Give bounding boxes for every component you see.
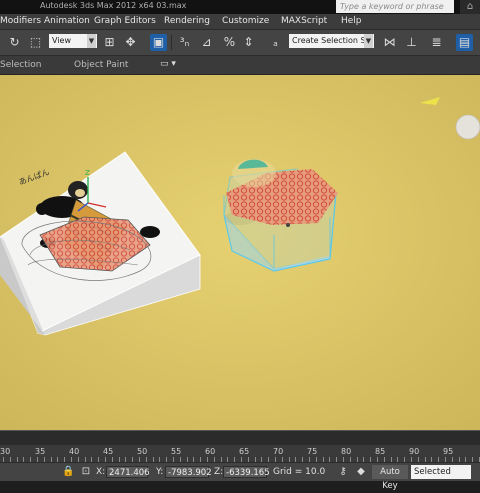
menu-maxscript[interactable]: MAXScript (281, 14, 327, 29)
set-key-icon[interactable]: ◆ (355, 465, 367, 479)
selection-set-value: Create Selection Se (292, 36, 371, 45)
absolute-mode-icon[interactable]: ⊡ (80, 465, 92, 479)
timeline-tick-label: 65 (239, 447, 250, 456)
timeline-ruler[interactable]: 30 35 40 45 50 55 60 65 70 75 80 85 90 9… (0, 445, 480, 463)
menu-modifiers[interactable]: Modifiers (0, 14, 41, 29)
selection-set-dropdown[interactable]: Create Selection Se ▼ (289, 34, 374, 48)
ribbon-tabs: Selection Object Paint ▭ ▾ (0, 56, 480, 75)
menu-animation[interactable]: Animation (44, 14, 90, 29)
x-label: X: (96, 467, 106, 477)
scale-icon[interactable]: ▣ (150, 34, 167, 51)
render-icon[interactable]: ▤ (456, 34, 473, 51)
timeline-tick-label: 85 (375, 447, 386, 456)
timeline-tick-label: 30 (0, 447, 11, 456)
timeline-tick-label: 45 (103, 447, 114, 456)
auto-key-button[interactable]: Auto Key (372, 465, 408, 491)
chevron-down-icon: ▼ (364, 34, 373, 48)
viewport-scene: あんぱん Z (0, 75, 480, 430)
timeline-tick-label: 90 (409, 447, 420, 456)
menu-customize[interactable]: Customize (222, 14, 269, 29)
z-label: Z: (214, 467, 224, 477)
select-icon[interactable]: ⬚ (27, 34, 44, 51)
pivot-icon[interactable]: ⊞ (101, 34, 118, 51)
layer-manager-icon[interactable]: ≣ (428, 34, 445, 51)
timeline-tick-label: 35 (35, 447, 46, 456)
move-icon[interactable]: ✥ (122, 34, 139, 51)
timeline-tick-label: 75 (307, 447, 318, 456)
timeline-tick-label: 40 (69, 447, 80, 456)
angle-snap-icon[interactable]: ⊿ (198, 34, 215, 51)
y-coord-field[interactable]: -7983.902 (165, 466, 212, 478)
grid-size-readout: Grid = 10.0 (273, 467, 326, 477)
timeline-tick-label: 95 (443, 447, 454, 456)
x-coord-field[interactable]: 2471.406 (106, 466, 150, 478)
timeline[interactable]: 30 35 40 45 50 55 60 65 70 75 80 85 90 9… (0, 430, 480, 463)
edit-named-selection-icon[interactable]: ₐ (267, 34, 284, 51)
mirror-icon[interactable]: ⋈ (381, 34, 398, 51)
coord-system-value: View (52, 36, 71, 45)
main-toolbar: ↻ ⬚ View ▼ ⊞ ✥ ▣ ³ₙ ⊿ % ⇕ ₐ Create Selec… (0, 30, 480, 56)
infocenter-icon[interactable]: ⌂ (460, 0, 480, 14)
tab-object-paint[interactable]: Object Paint (74, 56, 128, 74)
window-title: Autodesk 3ds Max 2012 x64 03.max (40, 1, 187, 10)
lock-icon[interactable]: 🔒 (62, 465, 74, 479)
title-bar: Autodesk 3ds Max 2012 x64 03.max Type a … (0, 0, 480, 14)
key-icon[interactable]: ⚷ (337, 465, 349, 479)
menu-bar: Modifiers Animation Graph Editors Render… (0, 14, 480, 30)
z-coord-field[interactable]: -6339.165 (223, 466, 270, 478)
svg-text:Z: Z (85, 169, 90, 177)
chevron-down-icon: ▼ (87, 34, 96, 48)
toolbar-divider (171, 35, 172, 50)
perspective-viewport[interactable]: あんぱん Z (0, 75, 480, 430)
timeline-tick-label: 50 (137, 447, 148, 456)
key-filter-dropdown[interactable]: Selected (411, 465, 471, 479)
timeline-tick-label: 60 (205, 447, 216, 456)
menu-rendering[interactable]: Rendering (164, 14, 210, 29)
tab-selection[interactable]: Selection (0, 56, 41, 74)
menu-help[interactable]: Help (341, 14, 362, 29)
ribbon-toggle-icon[interactable]: ▭ ▾ (157, 58, 179, 71)
percent-snap-icon[interactable]: % (221, 34, 238, 51)
redo-icon[interactable]: ↻ (6, 34, 23, 51)
menu-graph-editors[interactable]: Graph Editors (94, 14, 156, 29)
spinner-snap-icon[interactable]: ⇕ (240, 34, 257, 51)
search-input[interactable]: Type a keyword or phrase (336, 0, 454, 13)
timeline-tick-label: 55 (171, 447, 182, 456)
timeline-tick-label: 80 (341, 447, 352, 456)
y-label: Y: (156, 467, 164, 477)
timeline-tick-label: 70 (273, 447, 284, 456)
snap-3d-icon[interactable]: ³ₙ (176, 34, 193, 51)
coord-system-dropdown[interactable]: View ▼ (49, 34, 97, 48)
status-bar: 🔒 ⊡ X: 2471.406 Y: -7983.902 Z: -6339.16… (0, 462, 480, 491)
align-icon[interactable]: ⊥ (403, 34, 420, 51)
